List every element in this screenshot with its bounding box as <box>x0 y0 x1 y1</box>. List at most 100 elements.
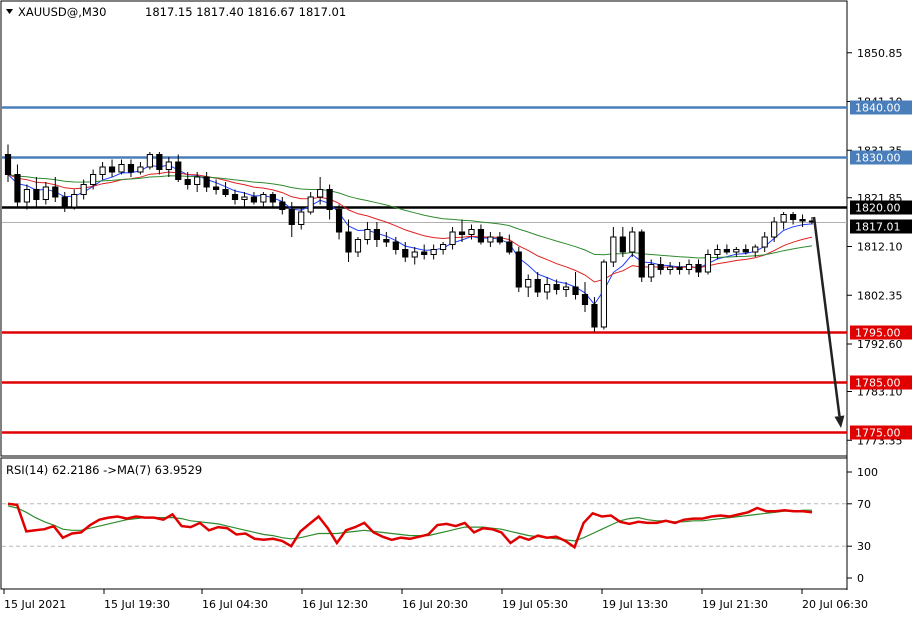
candle <box>317 177 324 205</box>
candle <box>354 237 362 257</box>
candle-body-down <box>279 201 286 210</box>
candle-body-up <box>562 286 570 290</box>
candle <box>241 192 248 207</box>
candle-body-down <box>572 286 579 295</box>
candle <box>345 219 352 262</box>
candle-body-down <box>638 231 645 278</box>
candle <box>118 159 125 175</box>
candle <box>222 182 229 197</box>
candle <box>544 277 551 300</box>
candle-body-up <box>667 266 674 270</box>
candle-body-up <box>468 229 475 235</box>
candle-body-up <box>704 254 712 273</box>
symbol-header: XAUUSD@,M30 <box>18 5 106 19</box>
candle-body-down <box>203 176 210 188</box>
candle-body-down <box>61 196 68 208</box>
moving-average-34 <box>7 174 813 259</box>
candle-body-down <box>175 161 182 180</box>
candle-body-up <box>241 196 248 200</box>
forecast-arrow <box>812 216 845 428</box>
level-labels: 1840.00 1830.00 1820.00 1795.00 1785.00 1775.… <box>850 100 912 440</box>
candle-body-up <box>137 166 144 173</box>
candle-body-down <box>477 229 485 243</box>
dropdown-triangle-icon[interactable] <box>6 9 13 14</box>
candle <box>581 282 589 312</box>
price-tick-label: 1802.35 <box>857 289 903 302</box>
price-tick-label: 1850.85 <box>857 47 903 60</box>
candle-body-up <box>714 249 721 255</box>
candle-body-up <box>71 194 78 208</box>
candle-body-down <box>108 166 116 173</box>
candle <box>515 247 522 292</box>
rsi-tick-label: 70 <box>857 498 871 511</box>
time-tick-label: 15 Jul 2021 <box>4 598 66 611</box>
candle-body-up <box>80 184 87 195</box>
candle-body-up <box>525 279 532 288</box>
level-label: 1820.00 <box>855 202 901 215</box>
candle-body-up <box>194 176 201 185</box>
candle-body-up <box>354 239 362 253</box>
moving-averages <box>7 164 813 306</box>
trading-chart: 1850.851841.101831.351821.851812.101802.… <box>0 0 920 620</box>
current-price-label: 1817.01 <box>855 221 901 234</box>
candle <box>364 222 371 245</box>
candle <box>411 247 418 265</box>
candle <box>761 232 768 252</box>
candle-body-down <box>335 209 343 233</box>
candle-body-down <box>156 154 163 170</box>
candle-body-down <box>591 304 598 328</box>
candle <box>373 222 380 247</box>
candle <box>260 192 267 207</box>
price-tick-label: 1812.10 <box>857 241 903 254</box>
level-label: 1785.00 <box>855 377 901 390</box>
time-tick-label: 16 Jul 04:30 <box>202 598 268 611</box>
candle-body-up <box>99 166 106 175</box>
candle-body-down <box>212 186 220 190</box>
candle <box>695 259 702 277</box>
price-tick-label: 1792.60 <box>857 338 903 351</box>
candle-body-up <box>440 244 447 250</box>
candle <box>165 157 172 177</box>
candle-body-up <box>449 231 456 245</box>
candle <box>619 227 626 257</box>
time-axis: 15 Jul 2021 15 Jul 19:30 16 Jul 04:30 16 Ju… <box>3 589 868 611</box>
candle-body-down <box>4 154 12 175</box>
candle-body-down <box>581 294 589 305</box>
rsi-tick-label: 100 <box>857 466 878 479</box>
candle-body-up <box>685 264 693 270</box>
candle <box>629 227 636 257</box>
candle-body-down <box>723 249 730 253</box>
candle <box>449 227 456 250</box>
candle <box>506 234 513 255</box>
candle <box>477 224 485 245</box>
candle <box>430 244 437 260</box>
candle-body-up <box>780 214 787 223</box>
candle-body-down <box>392 241 399 250</box>
candle-body-up <box>165 161 172 170</box>
candle-body-down <box>789 214 797 220</box>
candle-body-up <box>544 284 551 293</box>
candle-body-down <box>222 189 229 195</box>
candle <box>421 244 428 260</box>
candle-body-down <box>534 279 541 293</box>
candle-body-up <box>298 211 305 225</box>
candle-body-down <box>799 219 806 222</box>
candle <box>326 184 333 220</box>
candle <box>52 177 59 202</box>
candle <box>108 159 116 177</box>
candle-body-down <box>496 236 503 243</box>
time-tick-label: 20 Jul 06:30 <box>802 598 868 611</box>
candle-body-down <box>373 229 380 240</box>
candle-body-down <box>742 249 749 253</box>
candle-body-down <box>231 194 239 200</box>
candle <box>657 257 664 275</box>
candle-body-up <box>733 249 740 253</box>
candle <box>685 259 693 275</box>
candle <box>14 164 21 207</box>
forecast-arrow-head <box>834 415 845 428</box>
candle-body-up <box>23 189 31 203</box>
candle-body-down <box>288 209 295 225</box>
candle <box>440 242 447 255</box>
candle <box>250 192 258 205</box>
candle <box>335 204 343 240</box>
